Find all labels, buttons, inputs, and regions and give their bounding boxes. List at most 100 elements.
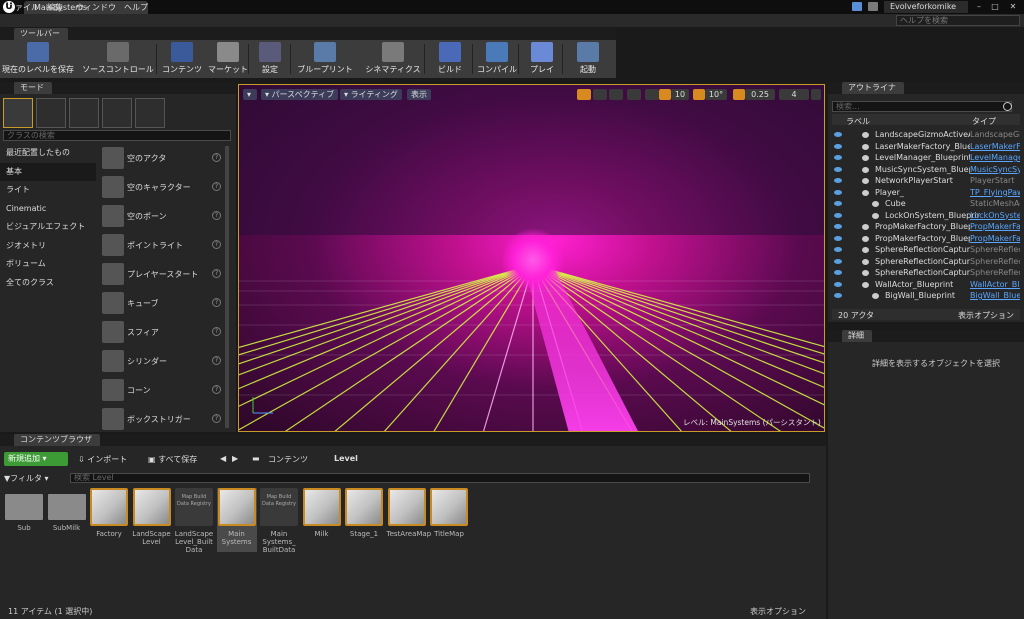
help-icon[interactable]: ? (212, 269, 221, 278)
toolbar-button-5[interactable]: ブループリント (292, 42, 358, 76)
modes-category-4[interactable]: ビジュアルエフェクト (0, 218, 96, 236)
visibility-eye-icon[interactable] (834, 281, 842, 287)
outliner-row[interactable]: Cube StaticMeshActo (832, 198, 1020, 210)
modes-item-6[interactable]: スフィア? (100, 319, 228, 347)
outliner-row-type[interactable]: WallActor_Blu (970, 279, 1020, 291)
visibility-eye-icon[interactable] (834, 155, 842, 160)
outliner-search-input[interactable]: 検索... (832, 101, 1012, 112)
maximize-viewport-icon[interactable] (811, 89, 821, 100)
toolbar-button-6[interactable]: シネマティクス (362, 42, 424, 76)
visibility-eye-icon[interactable] (834, 143, 842, 149)
rotation-snap-icon[interactable] (693, 89, 705, 100)
landscape-mode-icon[interactable] (69, 98, 99, 128)
help-icon[interactable]: ? (212, 414, 221, 423)
outliner-row-type[interactable]: LaserMakerFac (970, 141, 1020, 153)
cb-view-options[interactable]: 表示オプション (750, 606, 806, 617)
menu-window[interactable]: ウィンドウ (76, 2, 116, 13)
asset-tile[interactable]: Map Build Data Registry LandScape Level_B… (174, 488, 214, 554)
details-tab[interactable]: 詳細 (842, 330, 872, 342)
grid-size-button[interactable]: 10 (671, 89, 689, 100)
toolbar-button-3[interactable]: マーケット (206, 42, 250, 76)
asset-tile[interactable]: Map Build Data Registry Main Systems_ Bui… (259, 488, 299, 554)
modes-category-5[interactable]: ジオメトリ (0, 237, 96, 255)
modes-item-3[interactable]: ポイントライト? (100, 232, 228, 260)
modes-category-2[interactable]: ライト (0, 181, 96, 199)
modes-category-1[interactable]: 基本 (0, 162, 96, 181)
asset-tile[interactable]: LandScape Level (132, 488, 172, 552)
visibility-eye-icon[interactable] (834, 293, 842, 298)
class-search-input[interactable]: クラスの検索 (3, 130, 231, 141)
asset-tile[interactable]: Main Systems (216, 488, 257, 552)
menu-edit[interactable]: 編集 (47, 2, 63, 13)
place-mode-icon[interactable] (3, 98, 33, 128)
outliner-row-type[interactable]: LevelManager (970, 152, 1020, 164)
outliner-row-type[interactable]: TP_FlyingPaw (970, 187, 1020, 199)
visibility-eye-icon[interactable] (834, 166, 842, 172)
help-icon[interactable]: ? (212, 298, 221, 307)
modes-scrollbar[interactable] (225, 146, 229, 428)
add-new-button[interactable]: 新規追加 ▾ (4, 452, 68, 466)
modes-category-7[interactable]: 全てのクラス (0, 274, 96, 292)
chat-icon[interactable] (852, 2, 862, 11)
visibility-eye-icon[interactable] (834, 258, 842, 264)
maximize-icon[interactable]: □ (988, 1, 1002, 13)
scale-icon[interactable] (609, 89, 623, 100)
menu-help[interactable]: ヘルプ (124, 2, 148, 13)
outliner-row-type[interactable]: LockOnSyster (970, 210, 1020, 222)
scale-snap-icon[interactable] (733, 89, 745, 100)
modes-item-5[interactable]: キューブ? (100, 290, 228, 318)
outliner-row[interactable]: WallActor_Blueprint WallActor_Blu (832, 279, 1020, 291)
visibility-eye-icon[interactable] (834, 224, 842, 229)
modes-item-9[interactable]: ボックストリガー? (100, 406, 228, 434)
help-icon[interactable]: ? (212, 356, 221, 365)
help-icon[interactable]: ? (212, 153, 221, 162)
outliner-row[interactable]: LevelManager_BlueprintLevelManager (832, 152, 1020, 164)
level-viewport[interactable]: ▾ ▾ パースペクティブ ▾ ライティング 表示 10 10° 0.25 4 レ… (238, 84, 825, 432)
modes-item-8[interactable]: コーン? (100, 377, 228, 405)
toolbar-button-0[interactable]: 現在のレベルを保存 (2, 42, 74, 76)
toolbar-tab[interactable]: ツールバー (14, 28, 68, 40)
outliner-row[interactable]: NetworkPlayerStart PlayerStart (832, 175, 1020, 187)
minimize-icon[interactable]: – (972, 1, 986, 13)
toolbar-button-1[interactable]: ソースコントロール (76, 42, 160, 76)
help-icon[interactable]: ? (212, 327, 221, 336)
modes-category-0[interactable]: 最近配置したもの (0, 144, 96, 162)
modes-item-7[interactable]: シリンダー? (100, 348, 228, 376)
outliner-row[interactable]: SphereReflectionCaptureCerSphereReflecti (832, 244, 1020, 256)
help-icon[interactable]: ? (212, 240, 221, 249)
visibility-eye-icon[interactable] (834, 212, 842, 218)
modes-item-1[interactable]: 空のキャラクター? (100, 174, 228, 202)
col-type[interactable]: タイプ (972, 116, 996, 127)
toolbar-button-4[interactable]: 設定 (252, 42, 288, 76)
notification-icon[interactable] (868, 2, 878, 11)
asset-tile[interactable]: Factory (89, 488, 129, 552)
import-button[interactable]: ⇩ インポート (78, 454, 127, 465)
foliage-mode-icon[interactable] (102, 98, 132, 128)
outliner-row-type[interactable]: PropMakerFac (970, 221, 1020, 233)
modes-category-3[interactable]: Cinematic (0, 200, 96, 218)
asset-tile[interactable]: TitleMap (429, 488, 469, 552)
asset-tile[interactable]: TestAreaMap (387, 488, 431, 552)
scale-size-button[interactable]: 0.25 (745, 89, 775, 100)
menu-file[interactable]: ファイル (7, 2, 39, 13)
outliner-row[interactable]: SphereReflectionCaptureRigSphereReflecti (832, 267, 1020, 279)
lighting-button[interactable]: ▾ ライティング (340, 89, 402, 100)
col-label[interactable]: ラベル (846, 116, 870, 127)
outliner-row[interactable]: BigWall_Blueprint BigWall_Bluep (832, 290, 1020, 302)
forward-icon[interactable]: ▶ (232, 454, 238, 463)
asset-search-input[interactable]: 検索 Level (70, 473, 810, 483)
modes-item-2[interactable]: 空のポーン? (100, 203, 228, 231)
toolbar-button-9[interactable]: プレイ (520, 42, 564, 76)
help-search-input[interactable]: ヘルプを検索 (896, 15, 1020, 26)
path-root[interactable]: コンテンツ (268, 454, 308, 465)
outliner-row[interactable]: MusicSyncSystem_BlueprintMusicSyncSy (832, 164, 1020, 176)
help-icon[interactable]: ? (212, 182, 221, 191)
visibility-eye-icon[interactable] (834, 235, 842, 241)
outliner-row[interactable]: PropMakerFactory_BlueprintPropMakerFac (832, 233, 1020, 245)
visibility-eye-icon[interactable] (834, 132, 842, 137)
toolbar-button-2[interactable]: コンテンツ (160, 42, 204, 76)
outliner-row[interactable]: LockOnSystem_Blueprint LockOnSyster (832, 210, 1020, 222)
viewport-options-button[interactable]: ▾ (243, 89, 257, 100)
surface-snap-icon[interactable] (645, 89, 659, 100)
modes-tab[interactable]: モード (14, 82, 52, 94)
